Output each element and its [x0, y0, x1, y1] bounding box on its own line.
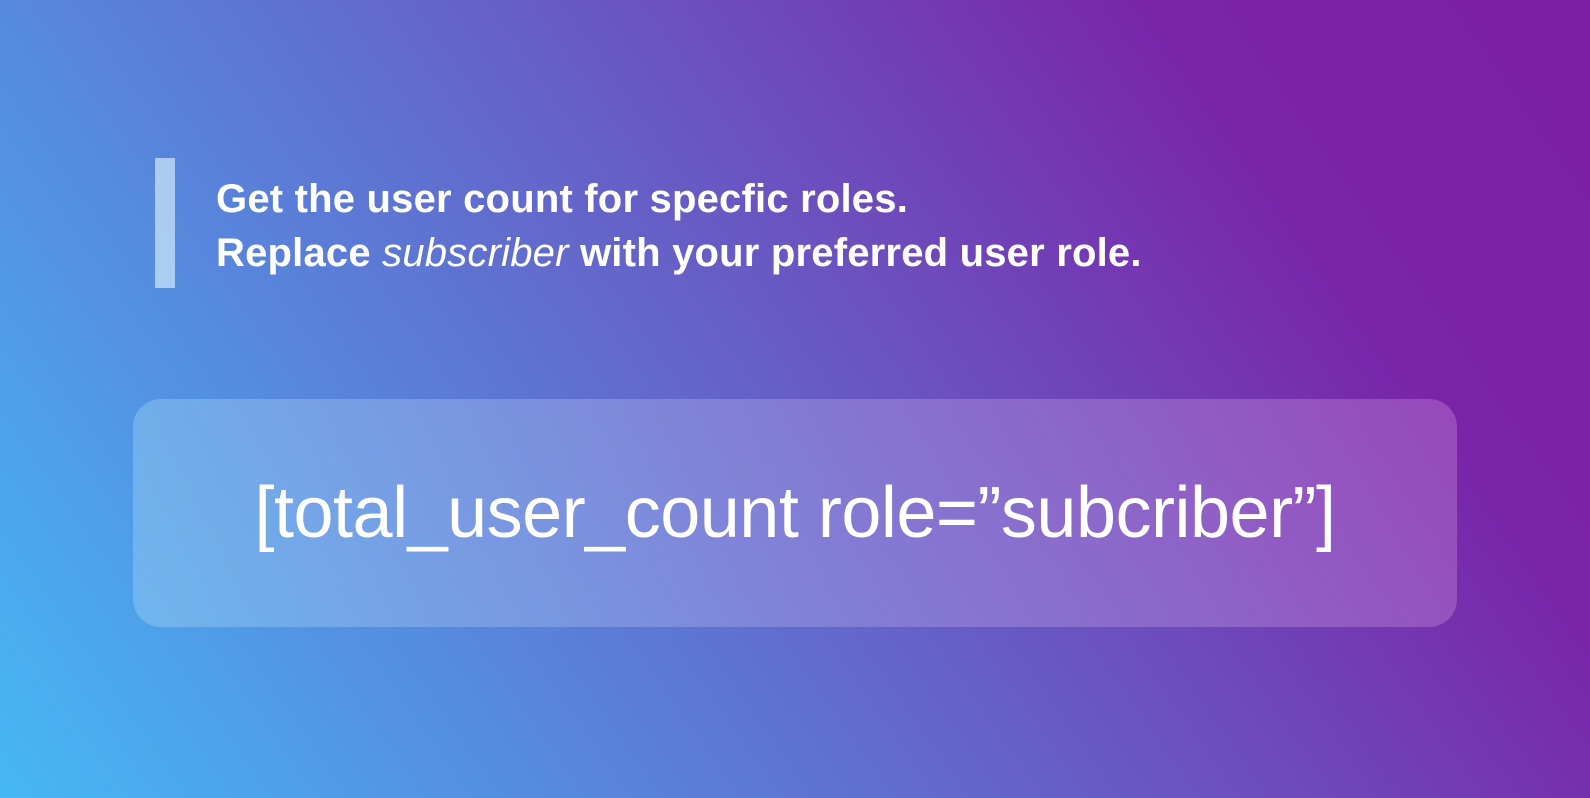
- shortcode-box: [total_user_count role=”subcriber”]: [133, 399, 1457, 627]
- quote-accent-bar: [155, 158, 175, 288]
- instruction-line-2: Replace subscriber with your preferred u…: [216, 226, 1416, 280]
- instruction-line-1: Get the user count for specfic roles.: [216, 177, 909, 221]
- instruction-line-2-prefix: Replace: [216, 231, 383, 275]
- shortcode-text: [total_user_count role=”subcriber”]: [254, 473, 1336, 553]
- instruction-emphasis-role: subscriber: [382, 231, 569, 275]
- instruction-line-2-suffix: with your preferred user role.: [568, 231, 1142, 275]
- instruction-text: Get the user count for specfic roles. Re…: [216, 172, 1416, 280]
- graphic-canvas: Get the user count for specfic roles. Re…: [0, 0, 1590, 798]
